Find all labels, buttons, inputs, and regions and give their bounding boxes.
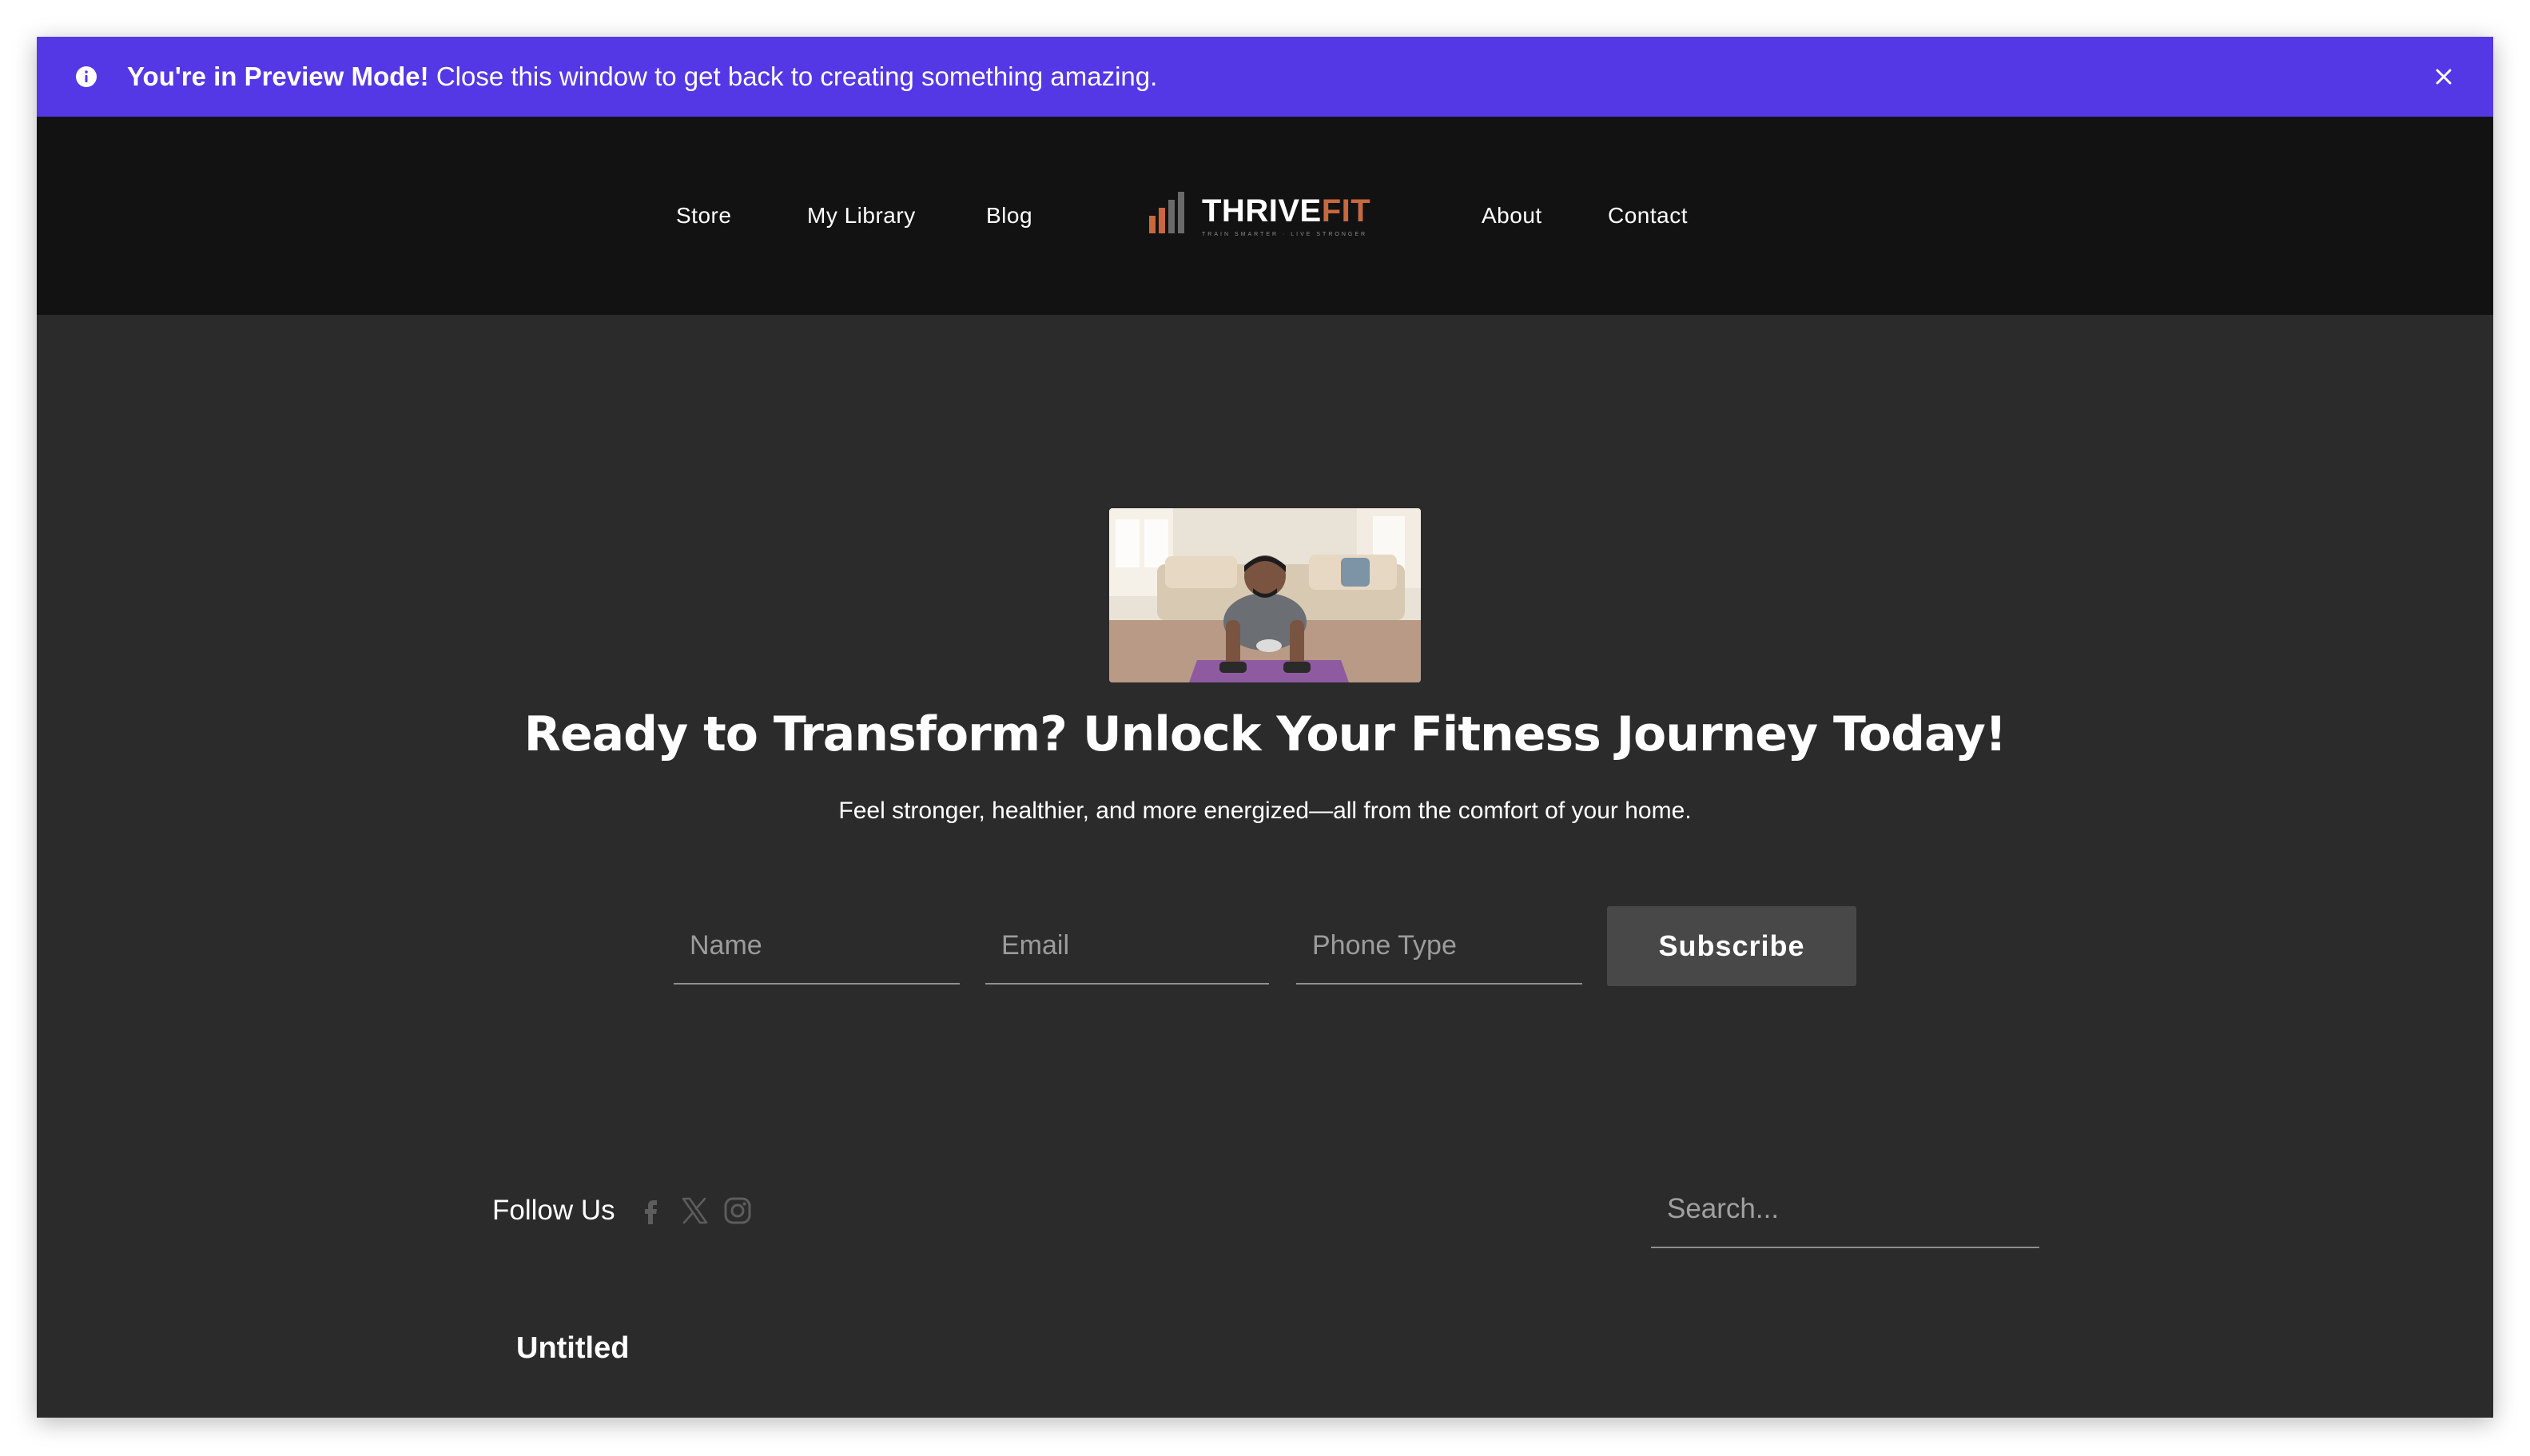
logo-wordmark: THRIVEFIT bbox=[1202, 193, 1370, 229]
instagram-icon[interactable] bbox=[722, 1195, 753, 1226]
email-input[interactable] bbox=[985, 908, 1269, 985]
site-header: Store My Library Blog THRIVEFIT TRAIN SM… bbox=[37, 117, 2493, 315]
facebook-icon[interactable] bbox=[636, 1195, 666, 1226]
preview-mode-banner: You're in Preview Mode! Close this windo… bbox=[37, 37, 2493, 117]
close-icon[interactable] bbox=[2431, 64, 2456, 90]
logo-tagline: TRAIN SMARTER · LIVE STRONGER bbox=[1202, 232, 1368, 237]
subscribe-button[interactable]: Subscribe bbox=[1607, 906, 1856, 986]
nav-store[interactable]: Store bbox=[676, 117, 731, 315]
logo-word-main: THRIVE bbox=[1202, 193, 1322, 229]
preview-message: You're in Preview Mode! Close this windo… bbox=[127, 37, 1157, 117]
nav-about[interactable]: About bbox=[1482, 117, 1542, 315]
follow-us-label: Follow Us bbox=[492, 1195, 615, 1226]
logo-bars-icon bbox=[1149, 192, 1184, 233]
info-icon bbox=[76, 66, 97, 87]
hero-subtitle: Feel stronger, healthier, and more energ… bbox=[838, 798, 1692, 824]
hero-image bbox=[1109, 508, 1421, 682]
nav-blog[interactable]: Blog bbox=[986, 117, 1032, 315]
phone-type-input[interactable] bbox=[1296, 908, 1582, 985]
preview-mode-title: You're in Preview Mode! bbox=[127, 62, 429, 91]
hero-title: Ready to Transform? Unlock Your Fitness … bbox=[523, 706, 2007, 762]
thrivefit-logo[interactable]: THRIVEFIT TRAIN SMARTER · LIVE STRONGER bbox=[1149, 190, 1373, 241]
untitled-heading: Untitled bbox=[516, 1331, 630, 1365]
search-input[interactable] bbox=[1651, 1172, 2039, 1248]
nav-contact[interactable]: Contact bbox=[1608, 117, 1688, 315]
logo-word-accent: FIT bbox=[1321, 193, 1371, 229]
nav-my-library[interactable]: My Library bbox=[807, 117, 916, 315]
pushup-illustration bbox=[1109, 508, 1421, 682]
preview-mode-text: Close this window to get back to creatin… bbox=[428, 62, 1158, 91]
x-icon[interactable] bbox=[679, 1195, 710, 1226]
browser-window: You're in Preview Mode! Close this windo… bbox=[37, 37, 2493, 1418]
name-input[interactable] bbox=[674, 908, 960, 985]
